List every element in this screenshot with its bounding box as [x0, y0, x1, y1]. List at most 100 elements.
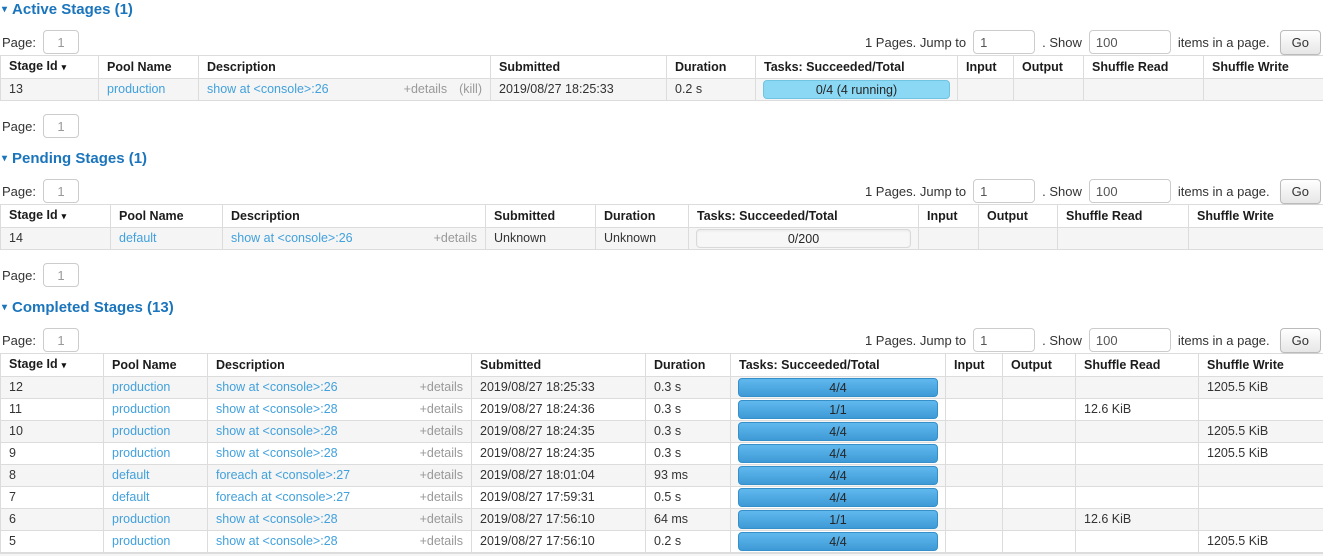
description-link[interactable]: show at <console>:26 — [207, 83, 329, 96]
column-header-0[interactable]: Stage Id▾ — [1, 56, 99, 79]
column-header-9[interactable]: Shuffle Write — [1199, 354, 1323, 377]
tasks-cell: 4/4 — [731, 465, 946, 487]
column-header-3[interactable]: Submitted — [491, 56, 667, 79]
description-cell: show at <console>:28 +details — [208, 421, 472, 443]
column-header-0[interactable]: Stage Id▾ — [1, 354, 104, 377]
duration-cell: Unknown — [596, 228, 689, 250]
column-header-1[interactable]: Pool Name — [111, 205, 223, 228]
description-link[interactable]: show at <console>:26 — [216, 381, 338, 394]
description-link[interactable]: show at <console>:28 — [216, 403, 338, 416]
column-header-1[interactable]: Pool Name — [99, 56, 199, 79]
description-cell: foreach at <console>:27 +details — [208, 487, 472, 509]
show-count-input[interactable] — [1089, 179, 1171, 203]
column-header-2[interactable]: Description — [223, 205, 486, 228]
column-header-2[interactable]: Description — [208, 354, 472, 377]
tasks-cell: 1/1 — [731, 509, 946, 531]
column-header-4[interactable]: Duration — [667, 56, 756, 79]
show-count-input[interactable] — [1089, 328, 1171, 352]
details-toggle[interactable]: +details — [404, 82, 447, 96]
jump-to-input[interactable] — [973, 30, 1035, 54]
column-header-5[interactable]: Tasks: Succeeded/Total — [731, 354, 946, 377]
details-toggle[interactable]: +details — [434, 231, 477, 245]
description-link[interactable]: foreach at <console>:27 — [216, 491, 350, 504]
column-header-3[interactable]: Submitted — [472, 354, 646, 377]
submitted-cell: 2019/08/27 17:56:10 — [472, 531, 646, 553]
page-number-input[interactable] — [43, 114, 79, 138]
show-count-input[interactable] — [1089, 30, 1171, 54]
pool-name-link[interactable]: production — [112, 424, 170, 438]
details-toggle[interactable]: +details — [420, 424, 463, 438]
go-button[interactable]: Go — [1280, 179, 1321, 204]
tasks-cell: 4/4 — [731, 443, 946, 465]
column-header-8[interactable]: Shuffle Read — [1084, 56, 1204, 79]
details-toggle[interactable]: +details — [420, 402, 463, 416]
duration-cell: 0.2 s — [646, 531, 731, 553]
column-header-4[interactable]: Duration — [596, 205, 689, 228]
details-toggle[interactable]: +details — [420, 534, 463, 548]
column-header-5[interactable]: Tasks: Succeeded/Total — [689, 205, 919, 228]
column-header-7[interactable]: Output — [979, 205, 1058, 228]
column-header-9[interactable]: Shuffle Write — [1189, 205, 1323, 228]
description-link[interactable]: show at <console>:28 — [216, 535, 338, 548]
page-number-input[interactable] — [43, 179, 79, 203]
column-header-label: Output — [987, 209, 1028, 223]
column-header-8[interactable]: Shuffle Read — [1076, 354, 1199, 377]
tasks-progress-bar: 4/4 — [738, 488, 938, 507]
tasks-cell: 4/4 — [731, 377, 946, 399]
pool-name-link[interactable]: default — [112, 490, 150, 504]
pool-name-link[interactable]: production — [107, 82, 165, 96]
shuffle-write-cell — [1199, 399, 1323, 421]
pool-name-link[interactable]: production — [112, 446, 170, 460]
details-toggle[interactable]: +details — [420, 446, 463, 460]
column-header-6[interactable]: Input — [946, 354, 1003, 377]
duration-cell: 0.2 s — [667, 79, 756, 101]
section-completed-stages: ▾Completed Stages (13)Page:1 Pages. Jump… — [0, 300, 1323, 556]
pool-name-link[interactable]: default — [119, 231, 157, 245]
column-header-0[interactable]: Stage Id▾ — [1, 205, 111, 228]
go-button[interactable]: Go — [1280, 328, 1321, 353]
column-header-label: Description — [231, 209, 300, 223]
column-header-2[interactable]: Description — [199, 56, 491, 79]
description-link[interactable]: show at <console>:28 — [216, 447, 338, 460]
kill-link[interactable]: (kill) — [459, 82, 482, 96]
column-header-3[interactable]: Submitted — [486, 205, 596, 228]
details-toggle[interactable]: +details — [420, 468, 463, 482]
description-link[interactable]: foreach at <console>:27 — [216, 469, 350, 482]
page-number-input[interactable] — [43, 328, 79, 352]
description-link[interactable]: show at <console>:28 — [216, 513, 338, 526]
sort-desc-icon: ▾ — [62, 62, 67, 72]
column-header-4[interactable]: Duration — [646, 354, 731, 377]
pool-name-link[interactable]: production — [112, 534, 170, 548]
column-header-8[interactable]: Shuffle Read — [1058, 205, 1189, 228]
jump-to-input[interactable] — [973, 328, 1035, 352]
pool-name-link[interactable]: default — [112, 468, 150, 482]
page-number-input[interactable] — [43, 30, 79, 54]
pool-cell: default — [104, 487, 208, 509]
jump-to-input[interactable] — [973, 179, 1035, 203]
column-header-6[interactable]: Input — [958, 56, 1014, 79]
column-header-label: Tasks: Succeeded/Total — [739, 358, 880, 372]
stage-row: 7defaultforeach at <console>:27+details2… — [1, 487, 1323, 509]
column-header-7[interactable]: Output — [1014, 56, 1084, 79]
section-title-pending-stages[interactable]: ▾Pending Stages (1) — [2, 151, 1323, 167]
section-title-completed-stages[interactable]: ▾Completed Stages (13) — [2, 300, 1323, 316]
input-cell — [946, 377, 1003, 399]
pool-name-link[interactable]: production — [112, 380, 170, 394]
details-toggle[interactable]: +details — [420, 380, 463, 394]
pool-name-link[interactable]: production — [112, 402, 170, 416]
column-header-1[interactable]: Pool Name — [104, 354, 208, 377]
column-header-5[interactable]: Tasks: Succeeded/Total — [756, 56, 958, 79]
column-header-9[interactable]: Shuffle Write — [1204, 56, 1323, 79]
details-toggle[interactable]: +details — [420, 490, 463, 504]
column-header-label: Input — [927, 209, 958, 223]
description-link[interactable]: show at <console>:26 — [231, 232, 353, 245]
go-button[interactable]: Go — [1280, 30, 1321, 55]
column-header-7[interactable]: Output — [1003, 354, 1076, 377]
section-title-active-stages[interactable]: ▾Active Stages (1) — [2, 2, 1323, 18]
column-header-6[interactable]: Input — [919, 205, 979, 228]
description-link[interactable]: show at <console>:28 — [216, 425, 338, 438]
duration-cell: 0.3 s — [646, 421, 731, 443]
pool-name-link[interactable]: production — [112, 512, 170, 526]
page-number-input[interactable] — [43, 263, 79, 287]
details-toggle[interactable]: +details — [420, 512, 463, 526]
